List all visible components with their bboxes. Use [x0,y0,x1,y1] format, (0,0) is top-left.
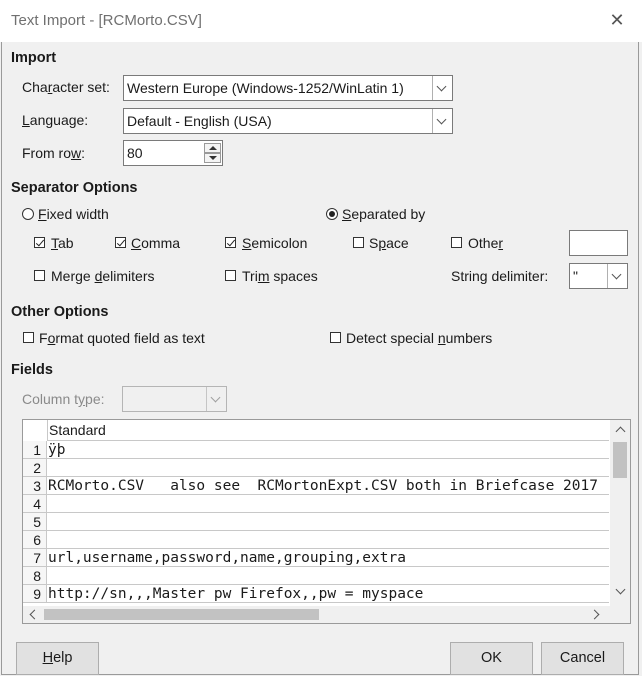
trim-spaces-checkbox[interactable] [225,270,236,281]
fixed-width-label: Fixed width [38,206,109,222]
fromrow-value: 80 [127,145,143,161]
merge-delimiters-label: Merge delimiters [51,268,155,284]
fields-heading: Fields [11,362,53,378]
help-button[interactable]: Help [16,642,99,675]
string-delimiter-dropdown-button[interactable] [607,264,627,288]
language-value: Default - English (USA) [127,113,272,129]
fromrow-stepper[interactable]: 80 [123,140,223,166]
arrow-up-icon [209,146,217,150]
scroll-up-icon[interactable] [615,426,626,437]
preview-row [47,567,609,585]
charset-label: Character set: [22,79,110,95]
column-type-label: Column type: [22,391,105,407]
scroll-right-icon[interactable] [589,609,600,620]
row-number: 4 [23,495,47,513]
spin-up-button[interactable] [204,143,221,153]
horizontal-scrollbar[interactable] [23,606,630,623]
preview-row: url,username,password,name,grouping,extr… [47,549,609,567]
space-checkbox[interactable] [353,237,364,248]
detect-numbers-label: Detect special numbers [346,330,493,346]
language-dropdown-button[interactable] [432,109,452,133]
other-separator-input[interactable] [569,230,628,256]
preview-row [47,531,609,549]
language-dropdown[interactable]: Default - English (USA) [123,108,453,134]
tab-label: Tab [51,235,74,251]
row-number: 2 [23,459,47,477]
fromrow-label: From row: [22,145,86,161]
charset-dropdown[interactable]: Western Europe (Windows-1252/WinLatin 1) [123,75,453,101]
fields-preview[interactable]: Standard 1 2 3 4 5 6 7 8 9 ÿþ RCMorto.CS… [22,419,631,624]
preview-row [47,513,609,531]
vertical-scrollbar[interactable] [610,420,630,606]
ok-button[interactable]: OK [450,642,533,675]
preview-row [47,459,609,477]
window-title: Text Import - [RCMorto.CSV] [11,12,202,29]
format-quoted-label: Format quoted field as text [39,330,205,346]
trim-spaces-label: Trim spaces [242,268,318,284]
preview-row: ÿþ [47,441,609,459]
chevron-down-icon [611,269,622,280]
chevron-down-icon [436,114,447,125]
import-heading: Import [11,50,57,66]
separator-heading: Separator Options [11,180,138,196]
row-number: 8 [23,567,47,585]
other-label: Other [468,235,504,251]
semicolon-checkbox[interactable] [225,237,236,248]
row-numbers: 1 2 3 4 5 6 7 8 9 [23,441,47,603]
chevron-down-icon [436,81,447,92]
row-number: 3 [23,477,47,495]
string-delimiter-value: " [573,268,578,284]
scroll-down-icon[interactable] [615,584,626,595]
close-icon[interactable]: ✕ [606,9,628,31]
column-header[interactable]: Standard [47,420,609,441]
preview-row: http://sn,,,Master pw Firefox,,pw = mysp… [47,585,609,603]
other-checkbox[interactable] [451,237,462,248]
row-number: 6 [23,531,47,549]
chevron-down-icon [210,392,221,403]
language-label: Language: [22,112,89,128]
arrow-down-icon [209,156,217,160]
spin-down-button[interactable] [204,153,221,163]
tab-checkbox[interactable] [34,237,45,248]
string-delimiter-label: String delimiter: [451,268,549,284]
fixed-width-radio[interactable] [22,208,34,220]
horizontal-scroll-thumb[interactable] [44,609,319,620]
preview-row [47,495,609,513]
comma-checkbox[interactable] [115,237,126,248]
scroll-left-icon[interactable] [29,609,40,620]
separated-by-label: Separated by [342,206,426,222]
separated-by-radio[interactable] [326,208,338,220]
semicolon-label: Semicolon [242,235,308,251]
detect-numbers-checkbox[interactable] [330,332,341,343]
space-label: Space [369,235,409,251]
charset-value: Western Europe (Windows-1252/WinLatin 1) [127,80,404,96]
vertical-scroll-thumb[interactable] [613,442,627,478]
format-quoted-checkbox[interactable] [23,332,34,343]
row-number: 9 [23,585,47,603]
column-type-dropdown-button[interactable] [206,387,226,411]
preview-row: RCMorto.CSV also see RCMortonExpt.CSV bo… [47,477,609,495]
row-number: 7 [23,549,47,567]
row-number: 5 [23,513,47,531]
comma-label: Comma [131,235,181,251]
column-type-dropdown[interactable] [122,386,227,412]
charset-dropdown-button[interactable] [432,76,452,100]
string-delimiter-dropdown[interactable]: " [569,263,628,289]
row-number: 1 [23,441,47,459]
other-options-heading: Other Options [11,304,109,320]
preview-rows: ÿþ RCMorto.CSV also see RCMortonExpt.CSV… [47,441,609,603]
cancel-button[interactable]: Cancel [541,642,624,675]
merge-delimiters-checkbox[interactable] [34,270,45,281]
